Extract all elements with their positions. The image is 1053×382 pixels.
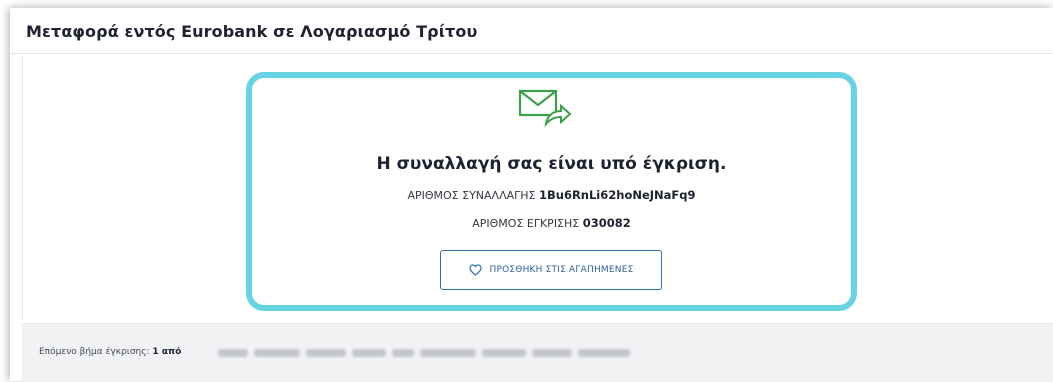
add-to-favorites-button[interactable]: ΠΡΟΣΘΗΚΗ ΣΤΙΣ ΑΓΑΠΗΜΕΝΕΣ bbox=[440, 250, 662, 290]
transaction-number-value: 1Bu6RnLi62hoNeJNaFq9 bbox=[538, 188, 696, 202]
title-divider bbox=[10, 53, 1053, 54]
next-approval-step: Επόμενο βήμα έγκρισης: 1 από bbox=[39, 347, 181, 357]
approval-number-value: 030082 bbox=[582, 216, 631, 230]
transaction-number-label: ΑΡΙΘΜΟΣ ΣΥΝΑΛΛΑΓΗΣ bbox=[407, 189, 536, 202]
add-to-favorites-label: ΠΡΟΣΘΗΚΗ ΣΤΙΣ ΑΓΑΠΗΜΕΝΕΣ bbox=[489, 265, 634, 275]
approval-number: ΑΡΙΘΜΟΣ ΕΓΚΡΙΣΗΣ 030082 bbox=[252, 216, 851, 230]
confirmation-box: Η συναλλαγή σας είναι υπό έγκριση. ΑΡΙΘΜ… bbox=[246, 72, 857, 311]
next-step-label: Επόμενο βήμα έγκρισης: bbox=[39, 347, 150, 357]
approval-number-label: ΑΡΙΘΜΟΣ ΕΓΚΡΙΣΗΣ bbox=[472, 217, 580, 230]
heart-icon bbox=[468, 264, 482, 276]
next-step-value: 1 από bbox=[152, 347, 182, 357]
page-title: Μεταφορά εντός Eurobank σε Λογαριασμό Τρ… bbox=[26, 22, 478, 41]
redacted-approvers bbox=[218, 349, 630, 357]
approval-footer: Επόμενο βήμα έγκρισης: 1 από bbox=[22, 323, 1053, 382]
transfer-result-panel: Μεταφορά εντός Eurobank σε Λογαριασμό Τρ… bbox=[10, 8, 1053, 382]
mail-forward-icon bbox=[518, 89, 572, 128]
status-heading: Η συναλλαγή σας είναι υπό έγκριση. bbox=[376, 154, 727, 174]
transaction-number: ΑΡΙΘΜΟΣ ΣΥΝΑΛΛΑΓΗΣ 1Bu6RnLi62hoNeJNaFq9 bbox=[252, 188, 851, 202]
